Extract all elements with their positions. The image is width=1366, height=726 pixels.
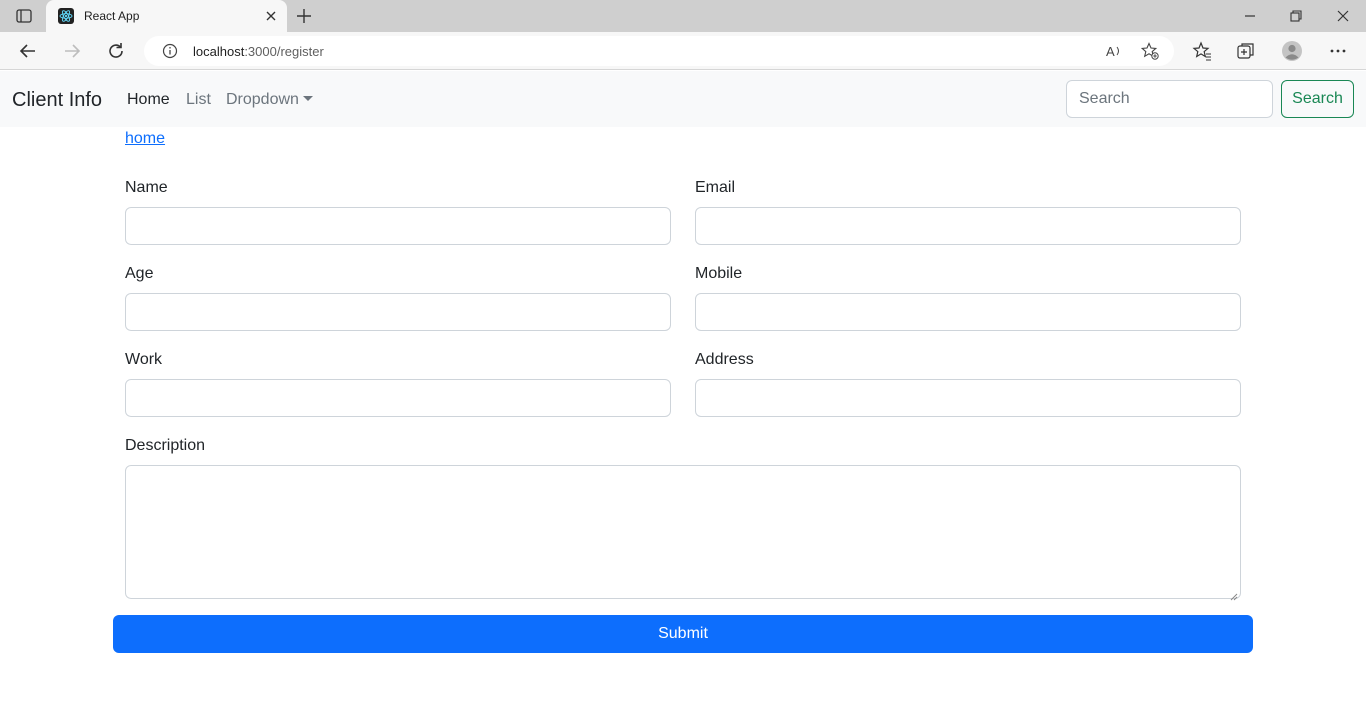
- browser-tab-bar: React App: [0, 0, 1366, 32]
- age-label: Age: [125, 265, 154, 282]
- email-label: Email: [695, 179, 736, 196]
- profile-avatar-icon[interactable]: [1281, 40, 1303, 62]
- tab-actions-icon[interactable]: [12, 6, 36, 26]
- address-label: Address: [695, 351, 754, 368]
- name-label: Name: [125, 179, 168, 196]
- back-icon[interactable]: [17, 40, 39, 62]
- search-input[interactable]: [1066, 80, 1273, 118]
- address-field[interactable]: [695, 379, 1241, 417]
- url-text: localhost:3000/register: [193, 44, 324, 59]
- app-navbar: Client Info Home List Dropdown Search: [0, 71, 1366, 127]
- add-favorite-icon[interactable]: [1140, 41, 1160, 61]
- age-field[interactable]: [125, 293, 671, 331]
- browser-address-bar: localhost:3000/register A: [0, 32, 1366, 70]
- submit-button[interactable]: Submit: [113, 615, 1253, 653]
- tab-title: React App: [84, 9, 140, 23]
- forward-icon[interactable]: [61, 40, 83, 62]
- more-options-icon[interactable]: [1327, 40, 1349, 62]
- resize-handle-icon[interactable]: [1230, 588, 1238, 601]
- svg-text:A: A: [1106, 44, 1115, 59]
- react-favicon-icon: [58, 8, 74, 24]
- caret-down-icon: [302, 96, 313, 101]
- refresh-icon[interactable]: [105, 40, 127, 62]
- new-tab-icon[interactable]: [294, 6, 314, 26]
- nav-dropdown[interactable]: Dropdown: [226, 91, 313, 109]
- browser-tab[interactable]: React App: [46, 0, 287, 32]
- mobile-field[interactable]: [695, 293, 1241, 331]
- navbar-brand[interactable]: Client Info: [12, 89, 102, 112]
- work-label: Work: [125, 351, 163, 368]
- read-aloud-icon[interactable]: A: [1104, 41, 1124, 61]
- description-label: Description: [125, 437, 206, 454]
- nav-dropdown-label: Dropdown: [226, 91, 299, 108]
- url-host: localhost: [193, 44, 245, 59]
- email-field[interactable]: [695, 207, 1241, 245]
- minimize-icon[interactable]: [1240, 6, 1260, 26]
- restore-icon[interactable]: [1286, 6, 1306, 26]
- nav-link-list[interactable]: List: [186, 91, 211, 109]
- mobile-label: Mobile: [695, 265, 743, 282]
- url-bar[interactable]: localhost:3000/register A: [144, 36, 1174, 66]
- description-textarea[interactable]: [125, 465, 1241, 599]
- collections-icon[interactable]: [1235, 40, 1257, 62]
- close-window-icon[interactable]: [1333, 6, 1353, 26]
- name-field[interactable]: [125, 207, 671, 245]
- nav-link-home[interactable]: Home: [127, 91, 170, 109]
- work-field[interactable]: [125, 379, 671, 417]
- favorites-icon[interactable]: [1191, 40, 1213, 62]
- close-tab-icon[interactable]: [263, 8, 279, 24]
- url-path: :3000/register: [244, 44, 324, 59]
- home-link[interactable]: home: [125, 130, 165, 148]
- site-info-icon[interactable]: [162, 43, 178, 59]
- search-button[interactable]: Search: [1281, 80, 1354, 118]
